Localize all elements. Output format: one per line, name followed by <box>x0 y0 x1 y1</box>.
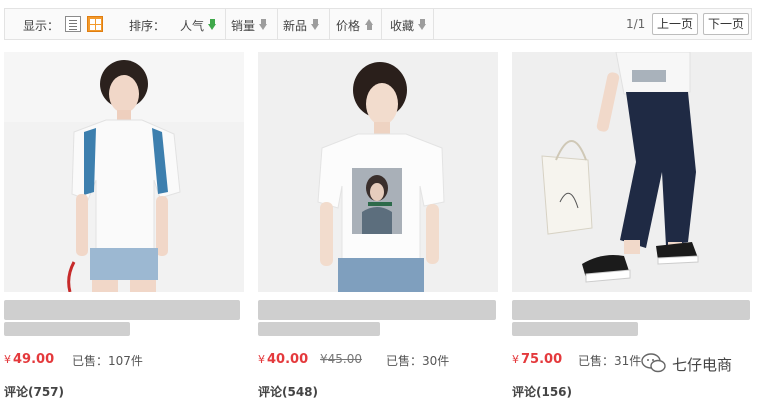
sort-sales[interactable]: 销量 <box>226 9 278 39</box>
sort-up-arrow-icon <box>365 19 374 30</box>
price: ¥49.00 <box>4 352 55 367</box>
list-view-icon[interactable] <box>65 16 81 32</box>
sort-new[interactable]: 新品 <box>278 9 330 39</box>
blurred-title <box>512 322 638 336</box>
product-card[interactable]: ¥49.00 已售：107件 评论(757) <box>4 52 246 401</box>
page-count: 1/1 <box>626 17 646 31</box>
sort-item-label: 价格 <box>336 19 361 33</box>
sort-down-arrow-icon <box>418 19 427 30</box>
price-row: ¥40.00 ¥45.00 已售：30件 <box>258 352 500 368</box>
grid-view-icon[interactable] <box>87 16 103 32</box>
comment-count[interactable]: 评论(548) <box>258 383 318 400</box>
price-row: ¥49.00 已售：107件 <box>4 352 246 368</box>
blurred-title <box>512 300 750 320</box>
blurred-title <box>4 322 130 336</box>
sort-down-arrow-icon <box>208 19 217 30</box>
blurred-title <box>258 322 380 336</box>
toolbar: 显示： 排序： 人气 销量 新品 价格 收藏 1/1 上一页 下一页 <box>4 8 752 40</box>
comment-count[interactable]: 评论(156) <box>512 383 572 400</box>
sort-item-label: 销量 <box>231 19 256 33</box>
sort-popularity[interactable]: 人气 <box>175 9 226 39</box>
sold-count: 已售：107件 <box>72 354 143 368</box>
comment-count[interactable]: 评论(757) <box>4 383 64 400</box>
watermark-text: 七仔电商 <box>672 356 733 374</box>
blurred-title <box>4 300 240 320</box>
product-image[interactable] <box>4 52 244 292</box>
sold-count: 已售：31件 <box>578 354 642 368</box>
product-card[interactable]: ¥75.00 已售：31件 评论(156) <box>512 52 754 401</box>
product-image[interactable] <box>512 52 752 292</box>
product-card[interactable]: ¥40.00 ¥45.00 已售：30件 评论(548) <box>258 52 500 401</box>
price: ¥40.00 <box>258 352 309 367</box>
sort-price[interactable]: 价格 <box>330 9 382 39</box>
sort-label: 排序： <box>129 19 166 33</box>
sort-item-label: 新品 <box>283 19 308 33</box>
original-price: ¥45.00 <box>320 352 362 366</box>
product-image[interactable] <box>258 52 498 292</box>
next-page-button[interactable]: 下一页 <box>703 13 749 35</box>
wechat-icon <box>641 353 666 373</box>
sort-down-arrow-icon <box>311 19 320 30</box>
sort-item-label: 收藏 <box>390 19 415 33</box>
blurred-title <box>258 300 496 320</box>
sort-down-arrow-icon <box>259 19 268 30</box>
prev-page-button[interactable]: 上一页 <box>652 13 698 35</box>
price: ¥75.00 <box>512 352 563 367</box>
sort-favorites[interactable]: 收藏 <box>382 9 434 39</box>
sort-item-label: 人气 <box>180 19 205 33</box>
sold-count: 已售：30件 <box>386 354 450 368</box>
display-label: 显示： <box>23 19 60 33</box>
watermark: 七仔电商 <box>640 352 764 374</box>
